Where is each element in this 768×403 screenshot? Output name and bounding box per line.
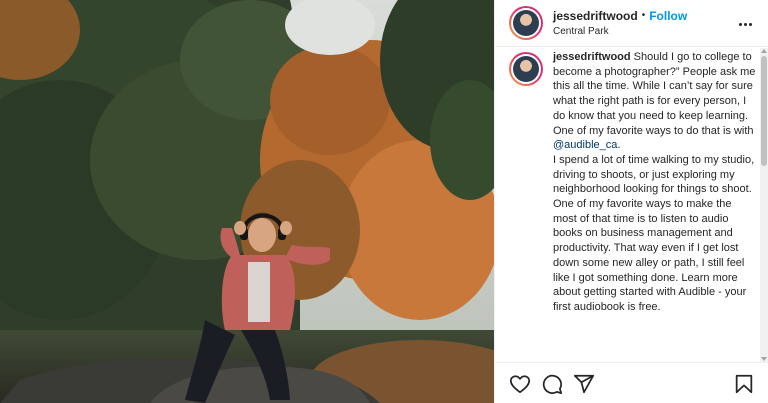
caption-avatar[interactable] <box>509 52 543 86</box>
avatar[interactable] <box>509 6 543 40</box>
mention-link[interactable]: @audible_ca <box>553 139 617 151</box>
scroll-down-arrow-icon[interactable] <box>761 357 767 361</box>
post-side-panel: jessedriftwood • Follow Central Park jes… <box>494 0 768 403</box>
caption-part-2: . <box>617 139 621 152</box>
caption: jessedriftwood Should I go to college to… <box>509 48 757 315</box>
header-text: jessedriftwood • Follow Central Park <box>553 9 687 37</box>
caption-part-1: Should I go to college to become a photo… <box>553 51 756 137</box>
post-photo[interactable] <box>0 0 494 403</box>
location-link[interactable]: Central Park <box>553 26 687 37</box>
caption-text: jessedriftwood Should I go to college to… <box>553 50 757 315</box>
more-options-icon[interactable] <box>739 16 755 32</box>
scroll-up-arrow-icon[interactable] <box>761 49 767 53</box>
instagram-post: jessedriftwood • Follow Central Park jes… <box>0 0 768 403</box>
caption-username[interactable]: jessedriftwood <box>553 51 631 63</box>
separator-dot: • <box>641 10 646 21</box>
avatar-image <box>513 10 539 36</box>
comment-icon[interactable] <box>541 373 563 395</box>
follow-button[interactable]: Follow <box>649 9 687 23</box>
username-link[interactable]: jessedriftwood <box>553 9 638 23</box>
caption-part-3: I spend a lot of time walking to my stud… <box>553 153 755 313</box>
photo-scene <box>0 0 494 403</box>
bookmark-icon[interactable] <box>733 373 755 395</box>
paper-plane-icon[interactable] <box>573 373 595 395</box>
action-bar <box>495 362 768 403</box>
heart-icon[interactable] <box>509 373 531 395</box>
comments-scrollbar[interactable] <box>760 48 768 362</box>
scrollbar-thumb[interactable] <box>761 56 767 166</box>
post-header: jessedriftwood • Follow Central Park <box>495 0 768 47</box>
comments-area[interactable]: jessedriftwood Should I go to college to… <box>495 48 768 362</box>
